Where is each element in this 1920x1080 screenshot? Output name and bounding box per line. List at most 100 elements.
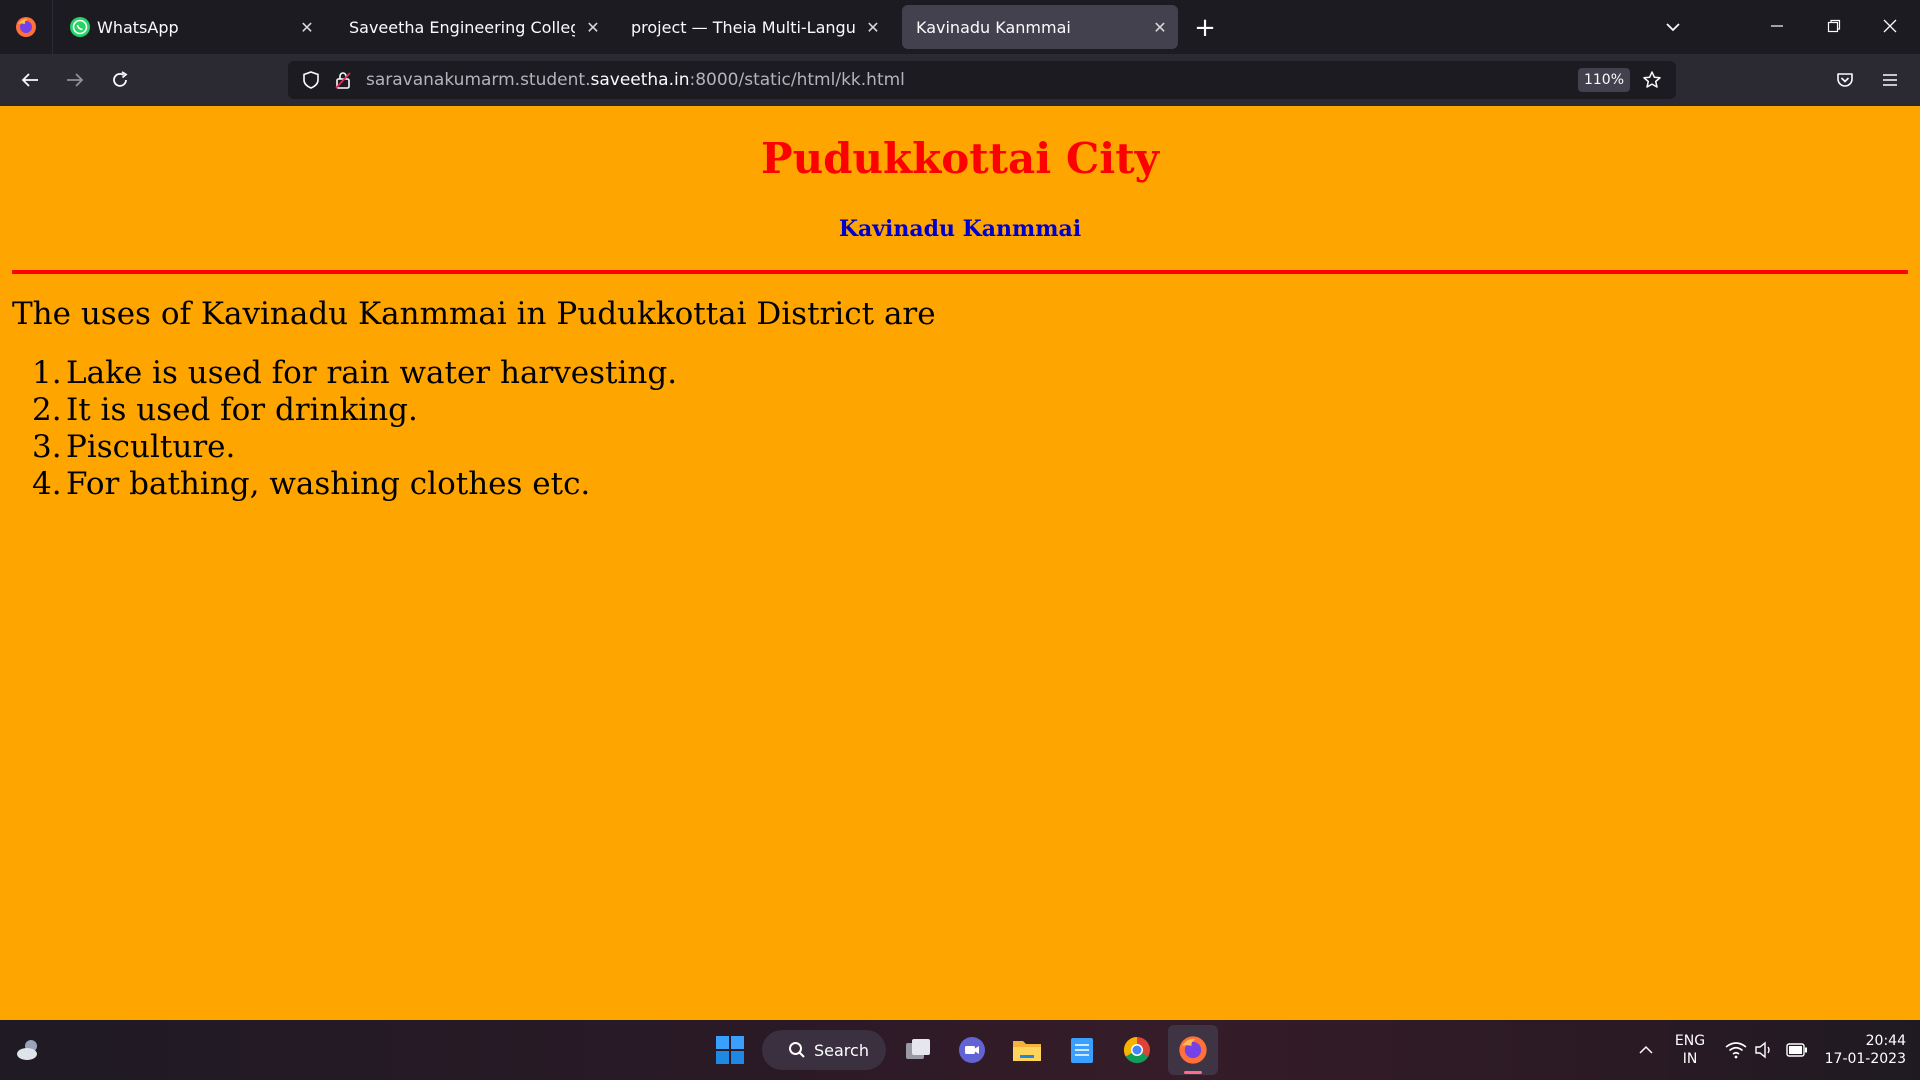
list-item-text: Lake is used for rain water harvesting. [66,355,678,391]
url-domain: saveetha.in [590,70,690,90]
cloud-moon-icon [17,1040,37,1060]
tracking-protection-button[interactable] [298,67,324,93]
url-path: :8000/static/html/kk.html [689,70,905,90]
windows-taskbar: Search ENG IN 20:44 17-01-2023 [0,1020,1920,1080]
reload-icon [113,71,128,87]
tab-title: Kavinadu Kanmmai [916,17,1071,37]
reload-button[interactable] [102,62,138,98]
weather-widget[interactable] [10,1032,46,1068]
firefox-taskbar-button[interactable] [1168,1025,1218,1075]
page-subtitle: Kavinadu Kanmmai [838,216,1082,242]
firefox-view-button[interactable] [0,0,53,54]
show-hidden-icons-button[interactable] [1632,1036,1660,1064]
list-number: 2. [32,392,62,428]
tab-title: WhatsApp [97,17,179,37]
tab-kavinadu-kanmmai[interactable]: Kavinadu Kanmmai ✕ [902,5,1178,49]
start-button[interactable] [710,1030,750,1070]
close-icon[interactable]: ✕ [855,9,891,45]
list-item: 2. It is used for drinking. [32,392,677,429]
shield-icon [303,71,319,89]
navigation-toolbar: saravanakumarm.student.saveetha.in:8000/… [0,54,1920,106]
notepad-button[interactable] [1062,1030,1102,1070]
tab-whatsapp[interactable]: WhatsApp ✕ [55,5,325,49]
back-button[interactable] [12,62,48,98]
task-view-button[interactable] [898,1030,938,1070]
tab-title: project — Theia Multi-Language Ex [631,17,855,37]
tab-project[interactable]: project — Theia Multi-Language Ex ✕ [617,5,891,49]
tab-saveetha[interactable]: Saveetha Engineering College ✕ [335,5,611,49]
star-icon [1643,71,1661,88]
input-language-indicator[interactable]: ENG IN [1664,1032,1716,1068]
list-number: 3. [32,429,62,465]
address-bar[interactable]: saravanakumarm.student.saveetha.in:8000/… [288,61,1676,99]
list-item: 1. Lake is used for rain water harvesting… [32,355,678,392]
arrow-right-icon [67,73,84,87]
chrome-button[interactable] [1117,1030,1157,1070]
list-all-tabs-button[interactable] [1654,9,1692,45]
clock-date: 17-01-2023 [1824,1051,1906,1067]
network-status[interactable] [1722,1036,1750,1064]
firefox-icon [1179,1036,1207,1064]
close-icon[interactable]: ✕ [289,9,325,45]
close-icon[interactable]: ✕ [575,9,611,45]
url-prefix: saravanakumarm.student. [366,70,591,90]
file-explorer-button[interactable] [1007,1030,1047,1070]
tab-title: Saveetha Engineering College [349,17,575,37]
search-icon [789,1042,805,1058]
restore-button[interactable] [1811,6,1857,46]
battery-status[interactable] [1782,1036,1812,1064]
search-label: Search [814,1040,869,1060]
chevron-up-icon [1639,1045,1653,1054]
forward-button[interactable] [57,62,93,98]
whatsapp-icon [70,17,90,37]
list-item-text: Pisculture. [66,429,236,465]
app-menu-button[interactable] [1872,62,1908,98]
notepad-icon [1071,1038,1093,1063]
battery-icon [1786,1043,1807,1057]
lock-insecure-icon [335,72,351,89]
uses-list: 1. Lake is used for rain water harvesting… [32,355,678,503]
list-item: 4. For bathing, washing clothes etc. [32,466,677,503]
close-icon [1883,19,1897,33]
tab-bar: WhatsApp ✕ Saveetha Engineering College … [0,0,1920,54]
hamburger-menu-icon [1883,74,1897,86]
volume-control[interactable] [1750,1036,1778,1064]
site-security-button[interactable] [330,67,356,93]
intro-paragraph: The uses of Kavinadu Kanmmai in Pudukkot… [12,296,936,332]
speaker-icon [1755,1041,1770,1059]
video-chat-icon [959,1037,985,1063]
page-title: Pudukkottai City [760,134,1159,183]
url-text[interactable]: saravanakumarm.student.saveetha.in:8000/… [366,70,905,90]
clock-time: 20:44 [1865,1033,1906,1049]
minimize-icon [1771,25,1783,27]
region-label: IN [1682,1051,1698,1067]
taskbar-search-button[interactable]: Search [762,1030,886,1070]
list-item-text: It is used for drinking. [66,392,418,428]
horizontal-rule [12,270,1908,274]
windows-logo-icon [716,1036,744,1064]
list-number: 1. [32,355,62,391]
close-window-button[interactable] [1867,6,1913,46]
firefox-icon [16,17,36,37]
active-app-indicator [1184,1071,1202,1074]
close-icon[interactable]: ✕ [1142,9,1178,45]
chevron-down-icon [1666,23,1680,32]
restore-icon [1827,19,1841,33]
chrome-icon [1123,1036,1150,1064]
bookmark-button[interactable] [1638,67,1666,93]
list-item: 3. Pisculture. [32,429,677,466]
folder-icon [1013,1041,1041,1061]
teams-chat-button[interactable] [952,1030,992,1070]
pocket-icon [1837,73,1853,87]
list-item-text: For bathing, washing clothes etc. [66,466,591,502]
list-number: 4. [32,466,62,502]
pocket-button[interactable] [1827,62,1863,98]
task-view-icon [906,1039,930,1059]
minimize-button[interactable] [1754,6,1800,46]
new-tab-button[interactable]: + [1186,9,1224,47]
web-page: Pudukkottai City Kavinadu Kanmmai The us… [0,106,1920,1020]
zoom-reset-button[interactable]: 110% [1578,68,1630,92]
clock[interactable]: 20:44 17-01-2023 [1822,1032,1906,1068]
wifi-icon [1725,1042,1747,1059]
language-label: ENG [1674,1033,1706,1049]
